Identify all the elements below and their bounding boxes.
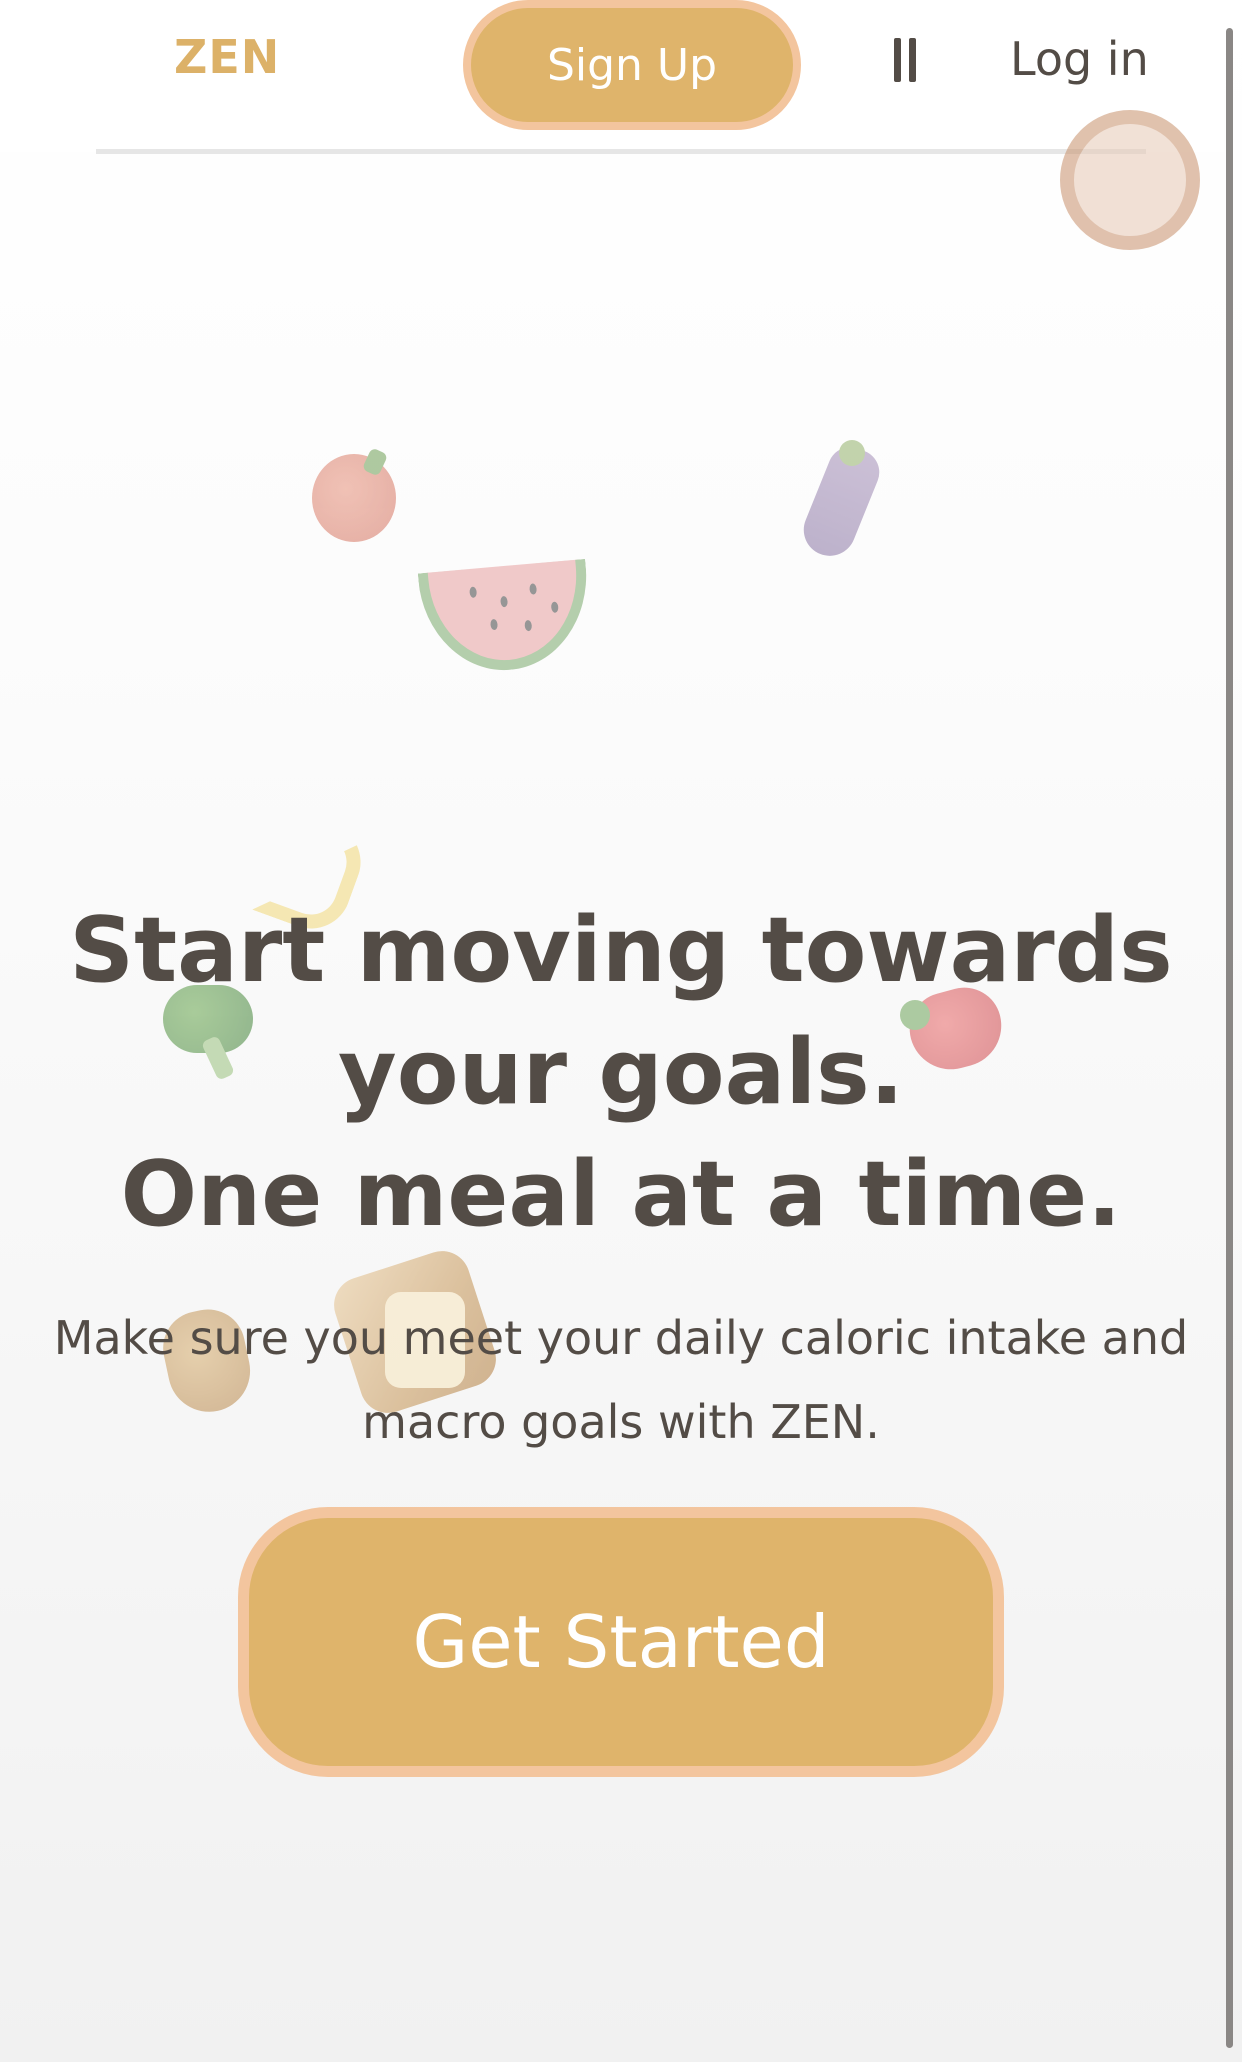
donut-icon <box>1060 110 1200 250</box>
scrollbar[interactable] <box>1226 28 1233 2048</box>
hero-title-line-3: One meal at a time. <box>120 1142 1122 1247</box>
pause-bar-left <box>894 38 901 82</box>
get-started-button[interactable]: Get Started <box>238 1507 1004 1777</box>
pause-bar-right <box>909 38 916 82</box>
brand-logo[interactable]: ZEN <box>174 30 280 84</box>
watermelon-icon <box>417 558 595 678</box>
eggplant-icon <box>795 440 887 564</box>
sign-up-button[interactable]: Sign Up <box>463 0 801 130</box>
landing-page: ZEN Sign Up Log in Start moving towards … <box>0 0 1242 2062</box>
pause-icon[interactable] <box>890 38 920 86</box>
header-divider <box>96 149 1146 154</box>
top-nav: ZEN Sign Up Log in <box>0 0 1224 152</box>
hero-subtitle: Make sure you meet your daily caloric in… <box>53 1311 1189 1449</box>
log-in-link[interactable]: Log in <box>1010 32 1149 86</box>
hero-title-line-1: Start moving towards <box>69 898 1173 1003</box>
tomato-icon <box>312 447 396 542</box>
hero-title-line-2: your goals. <box>338 1020 904 1125</box>
hero-title: Start moving towards your goals. One mea… <box>40 890 1202 1256</box>
